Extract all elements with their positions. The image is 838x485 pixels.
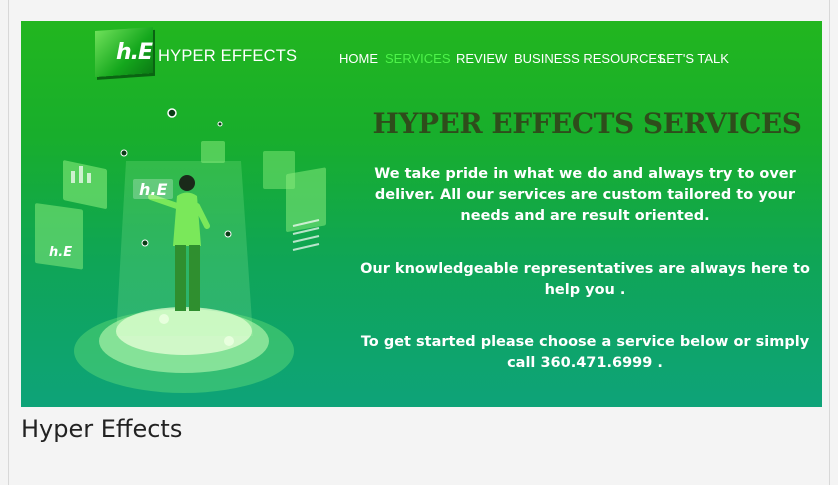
dot-icon [120,149,128,157]
svg-text:h.E: h.E [139,180,167,199]
intro-paragraph: We take pride in what we do and always t… [374,166,796,224]
dot-icon [217,121,223,127]
small-panel-icon [263,151,295,189]
hero-banner: h.E HYPER EFFECTS HOME SERVICES REVIEW B… [21,21,822,407]
page-title: HYPER EFFECTS SERVICES [372,107,802,140]
nav-review[interactable]: REVIEW [456,51,507,66]
small-panel-icon [201,141,225,163]
dot-icon [224,336,234,346]
image-caption: Hyper Effects [21,415,183,443]
dot-icon [224,230,232,238]
dot-icon [159,314,169,324]
call-to-action-paragraph: To get started please choose a service b… [360,334,810,371]
chart-panel-icon [63,160,107,209]
svg-text:h.E: h.E [49,245,72,260]
logo-panel-icon: h.E [35,203,83,270]
nav-services[interactable]: SERVICES [385,51,451,66]
support-paragraph: Our knowledgeable representatives are al… [360,261,810,298]
dot-icon [167,108,177,118]
person-hologram-illustration: h.E h.E [35,108,326,393]
nav-business-resources[interactable]: BUSINESS RESOURCES [514,51,666,66]
dot-icon [141,239,149,247]
nav-lets-talk[interactable]: LET'S TALK [659,51,729,66]
